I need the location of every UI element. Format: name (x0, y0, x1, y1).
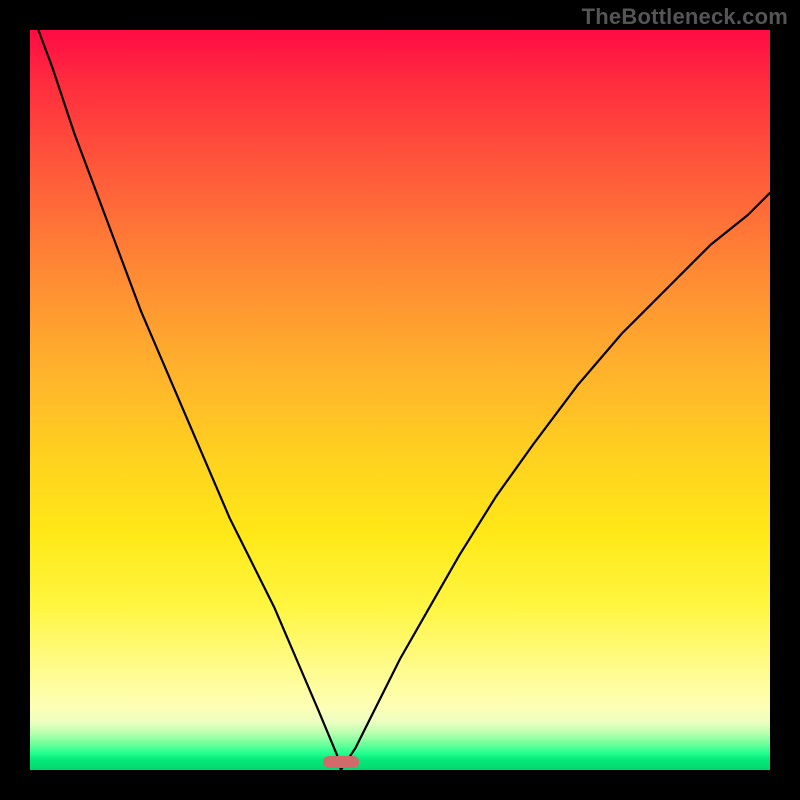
minimum-marker (323, 756, 359, 768)
watermark-text: TheBottleneck.com (582, 4, 788, 30)
chart-plot-area (30, 30, 770, 770)
bottleneck-curve (30, 30, 770, 770)
